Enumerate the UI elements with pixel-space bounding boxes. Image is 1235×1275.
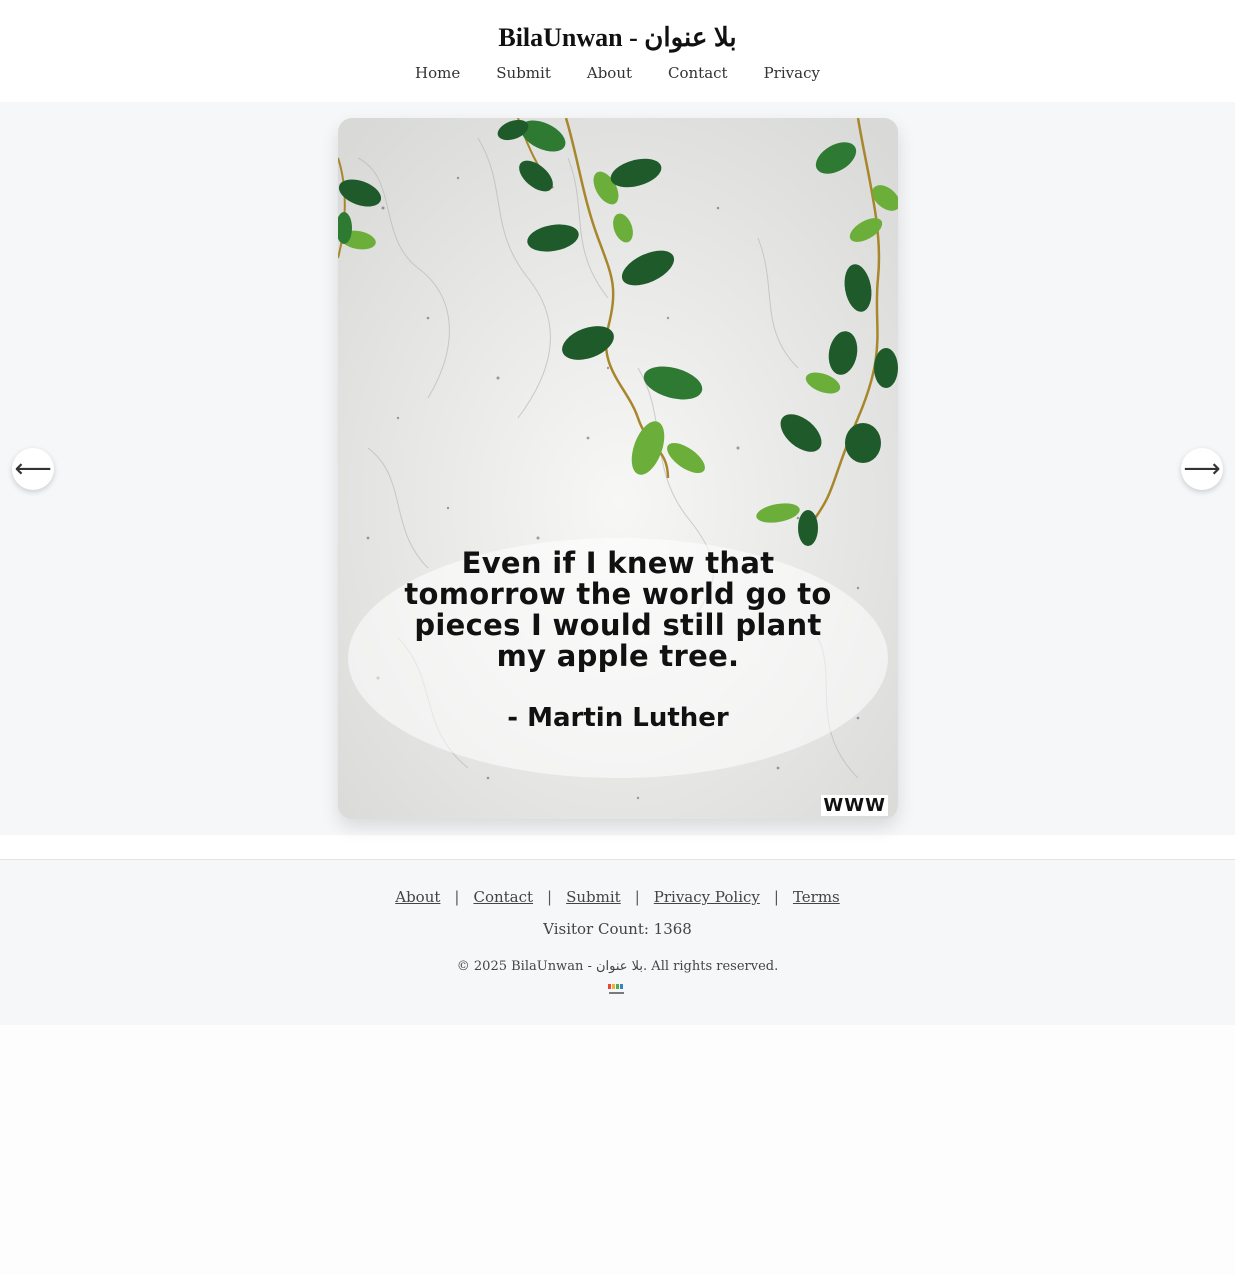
footer-contact-link[interactable]: Contact	[473, 886, 533, 908]
quote-image[interactable]: Even if I knew that tomorrow the world g…	[338, 118, 898, 819]
quote-gallery: ⟵ Even if I knew that tomorrow the world…	[0, 102, 1235, 835]
footer-separator: |	[634, 888, 640, 906]
quote-author: - Martin Luther	[507, 703, 729, 733]
nav-privacy-link[interactable]: Privacy	[764, 62, 820, 84]
main-nav: Home Submit About Contact Privacy	[0, 62, 1235, 84]
nav-contact-link[interactable]: Contact	[668, 62, 728, 84]
section-spacer	[0, 835, 1235, 859]
footer-privacy-policy-link[interactable]: Privacy Policy	[654, 886, 760, 908]
previous-arrow-button[interactable]: ⟵	[12, 448, 54, 490]
site-title[interactable]: BilaUnwan - بلا عنوان	[0, 22, 1235, 54]
footer-separator: |	[773, 888, 779, 906]
quote-line-1: Even if I knew that	[461, 546, 775, 580]
visitor-count: Visitor Count: 1368	[543, 920, 692, 938]
quote-line-4: my apple tree.	[496, 639, 740, 673]
nav-home-link[interactable]: Home	[415, 62, 460, 84]
footer-separator: |	[547, 888, 553, 906]
site-header: BilaUnwan - بلا عنوان Home Submit About …	[0, 0, 1235, 102]
nav-about-link[interactable]: About	[587, 62, 632, 84]
quote-text: Even if I knew that tomorrow the world g…	[358, 548, 878, 672]
bilaunwan-logo-icon	[608, 984, 624, 994]
nav-submit-link[interactable]: Submit	[496, 62, 551, 84]
footer-about-link[interactable]: About	[395, 886, 440, 908]
next-arrow-button[interactable]: ⟶	[1181, 448, 1223, 490]
footer-separator: |	[454, 888, 460, 906]
footer-links: About | Contact | Submit | Privacy Polic…	[0, 886, 1235, 908]
quote-line-3: pieces I would still plant	[414, 608, 822, 642]
watermark: WWW	[821, 795, 888, 816]
quote-line-2: tomorrow the world go to	[404, 577, 832, 611]
site-footer: About | Contact | Submit | Privacy Polic…	[0, 859, 1235, 1025]
copyright-text: © 2025 BilaUnwan - بلا عنوان. All rights…	[456, 959, 779, 974]
footer-terms-link[interactable]: Terms	[793, 886, 840, 908]
footer-submit-link[interactable]: Submit	[566, 886, 621, 908]
